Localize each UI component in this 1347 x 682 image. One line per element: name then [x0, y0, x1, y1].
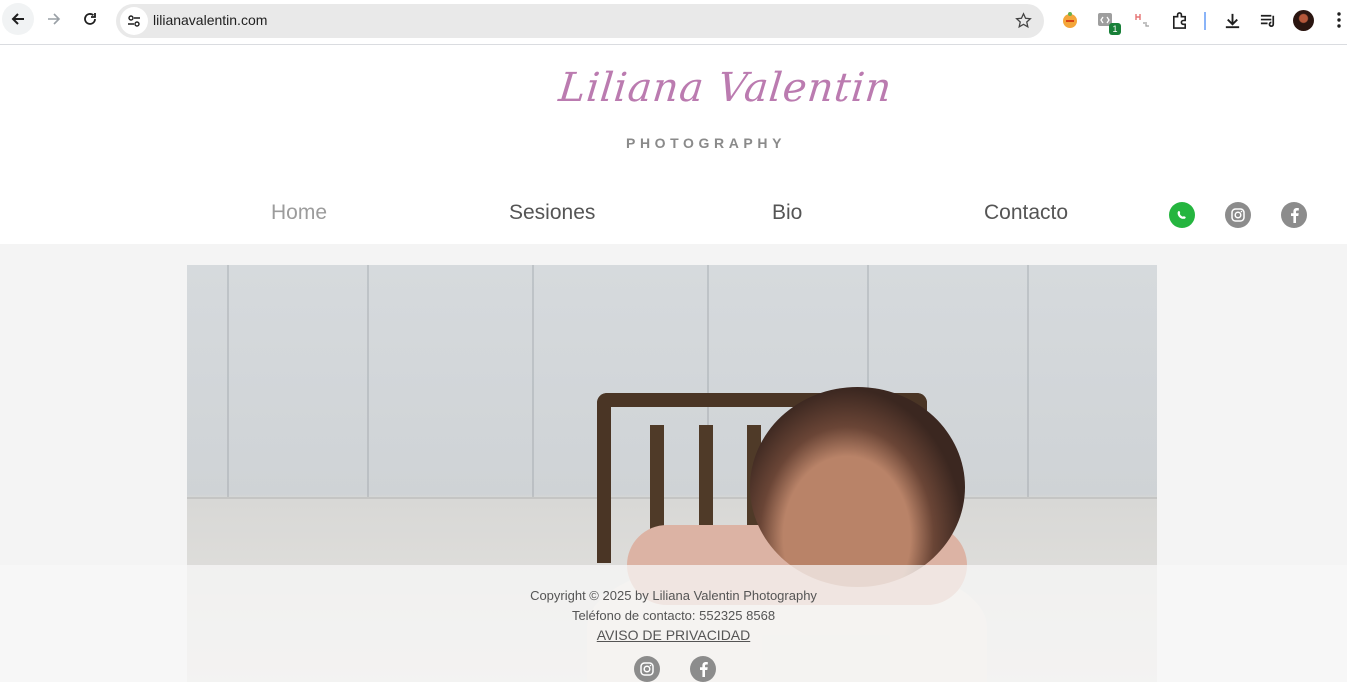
nav-contacto[interactable]: Contacto [984, 201, 1068, 225]
tune-icon [128, 15, 140, 27]
instagram-icon[interactable] [1225, 202, 1251, 228]
toolbar-separator [1204, 12, 1206, 30]
menu-kebab-icon[interactable] [1328, 9, 1347, 31]
footer-facebook-icon[interactable] [690, 656, 716, 682]
profile-avatar[interactable] [1293, 10, 1314, 31]
arrow-left-icon [11, 13, 24, 25]
arrow-right-icon [48, 13, 61, 25]
nav-sesiones[interactable]: Sesiones [509, 201, 595, 225]
site-header: Liliana Valentin PHOTOGRAPHY Home Sesion… [0, 45, 1347, 244]
url-text[interactable]: lilianavalentin.com [153, 12, 267, 28]
site-logo[interactable]: Liliana Valentin PHOTOGRAPHY [555, 65, 895, 165]
footer-instagram-icon[interactable] [634, 656, 660, 682]
footer-copyright: Copyright © 2025 by Liliana Valentin Pho… [530, 588, 817, 603]
site-info-button[interactable] [120, 7, 148, 35]
code-extension-icon[interactable]: 1 [1095, 9, 1121, 35]
facebook-icon[interactable] [1281, 202, 1307, 228]
orange-extension-icon[interactable] [1059, 9, 1081, 31]
browser-toolbar: lilianavalentin.com 1 [0, 0, 1347, 45]
bookmark-star-icon[interactable] [1015, 12, 1032, 33]
download-icon[interactable] [1221, 9, 1243, 31]
tag-extension-icon[interactable] [1132, 9, 1154, 31]
reading-list-icon[interactable] [1257, 9, 1279, 31]
whatsapp-icon[interactable] [1169, 202, 1195, 228]
address-bar[interactable]: lilianavalentin.com [116, 4, 1044, 38]
logo-subtitle: PHOTOGRAPHY [626, 135, 787, 151]
back-button[interactable] [2, 3, 34, 35]
nav-bio[interactable]: Bio [772, 201, 802, 225]
reload-button[interactable] [74, 3, 106, 35]
extension-badge: 1 [1109, 23, 1121, 35]
nav-home[interactable]: Home [271, 201, 327, 225]
privacy-notice-link[interactable]: AVISO DE PRIVACIDAD [597, 627, 751, 643]
reload-icon [84, 13, 96, 25]
footer-phone: Teléfono de contacto: 552325 8568 [571, 608, 776, 623]
site-footer: Copyright © 2025 by Liliana Valentin Pho… [0, 565, 1347, 682]
logo-script-text: Liliana Valentin [556, 65, 895, 111]
forward-button[interactable] [38, 3, 70, 35]
extensions-puzzle-icon[interactable] [1168, 9, 1190, 31]
